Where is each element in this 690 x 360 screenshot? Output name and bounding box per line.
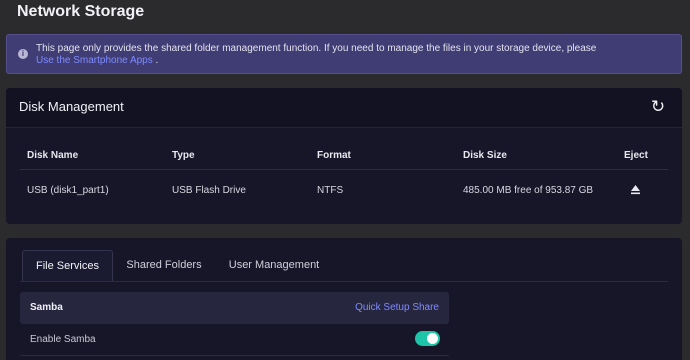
notice-suffix: . (152, 55, 159, 66)
cell-type: USB Flash Drive (172, 185, 246, 196)
file-services-card: File Services Shared Folders User Manage… (6, 238, 682, 360)
cell-disk-size: 485.00 MB free of 953.87 GB (463, 185, 594, 196)
info-notice: i This page only provides the shared fol… (6, 34, 682, 74)
column-header-eject: Eject (624, 150, 648, 161)
info-icon: i (18, 49, 28, 59)
column-header-format: Format (317, 150, 351, 161)
quick-setup-share-link[interactable]: Quick Setup Share (355, 302, 439, 313)
disk-management-card: Disk Management ↻ Disk Name Type Format … (6, 88, 682, 224)
refresh-icon[interactable]: ↻ (648, 97, 668, 117)
tab-user-management[interactable]: User Management (218, 250, 330, 282)
tab-shared-folders[interactable]: Shared Folders (116, 250, 212, 282)
eject-icon[interactable] (629, 183, 642, 196)
tab-file-services[interactable]: File Services (22, 250, 113, 282)
enable-samba-row: Enable Samba (20, 326, 449, 356)
table-divider (20, 169, 668, 170)
toggle-knob (427, 333, 438, 344)
cell-format: NTFS (317, 185, 344, 196)
samba-header: Samba Quick Setup Share (20, 292, 449, 324)
samba-title: Samba (30, 302, 63, 313)
disk-management-title: Disk Management (19, 99, 124, 114)
notice-text: This page only provides the shared folde… (36, 43, 597, 54)
notice-text-block: This page only provides the shared folde… (36, 43, 596, 67)
column-header-disk-name: Disk Name (27, 150, 79, 161)
page-title: Network Storage (17, 3, 145, 20)
column-header-type: Type (172, 150, 195, 161)
enable-samba-label: Enable Samba (30, 334, 96, 345)
smartphone-apps-link[interactable]: Use the Smartphone Apps (36, 55, 153, 66)
enable-samba-toggle[interactable] (415, 331, 440, 346)
cell-disk-name: USB (disk1_part1) (27, 185, 109, 196)
column-header-disk-size: Disk Size (463, 150, 507, 161)
tabs-divider (20, 281, 668, 282)
disk-management-header: Disk Management ↻ (6, 88, 682, 128)
